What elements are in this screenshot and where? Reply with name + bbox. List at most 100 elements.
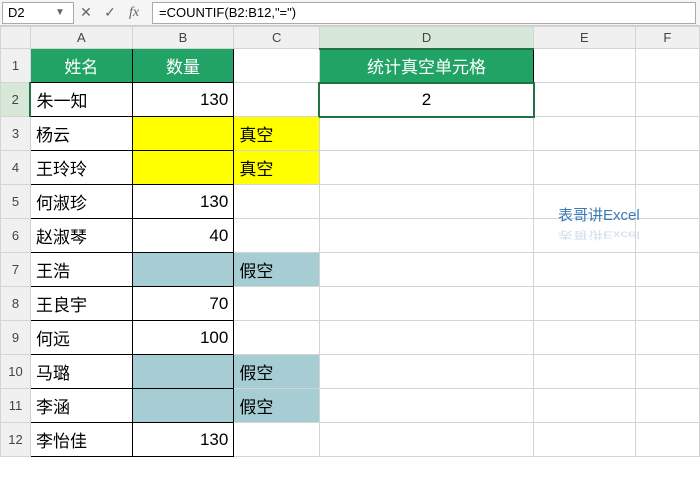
formula-cancel-icon[interactable]: ✕ — [74, 4, 98, 21]
cell-e4[interactable] — [534, 151, 636, 185]
cell-c10-annot[interactable]: 假空 — [234, 355, 320, 389]
cell-d11[interactable] — [319, 389, 533, 423]
cell-f9[interactable] — [635, 321, 699, 355]
cell-c1[interactable] — [234, 49, 320, 83]
cell-f8[interactable] — [635, 287, 699, 321]
cell-a12[interactable]: 李怡佳 — [30, 423, 132, 457]
cell-e12[interactable] — [534, 423, 636, 457]
cell-e10[interactable] — [534, 355, 636, 389]
cell-e5[interactable] — [534, 185, 636, 219]
cell-c8[interactable] — [234, 287, 320, 321]
cell-b2[interactable]: 130 — [132, 83, 234, 117]
cell-b8[interactable]: 70 — [132, 287, 234, 321]
cell-c6[interactable] — [234, 219, 320, 253]
col-header-c[interactable]: C — [234, 27, 320, 49]
fx-icon[interactable]: fx — [122, 5, 146, 21]
cell-e2[interactable] — [534, 83, 636, 117]
cell-d10[interactable] — [319, 355, 533, 389]
header-qty[interactable]: 数量 — [132, 49, 234, 83]
cell-f10[interactable] — [635, 355, 699, 389]
cell-f11[interactable] — [635, 389, 699, 423]
cell-b11[interactable] — [132, 389, 234, 423]
cell-b7[interactable] — [132, 253, 234, 287]
cell-d9[interactable] — [319, 321, 533, 355]
cell-b12[interactable]: 130 — [132, 423, 234, 457]
spreadsheet-grid: A B C D E F 1 姓名 数量 统计真空单元格 2 朱一知 130 2 — [0, 26, 700, 457]
row-7: 7 王浩 假空 — [1, 253, 700, 287]
cell-f12[interactable] — [635, 423, 699, 457]
row-header-5[interactable]: 5 — [1, 185, 31, 219]
cell-f4[interactable] — [635, 151, 699, 185]
cell-a8[interactable]: 王良宇 — [30, 287, 132, 321]
cell-d6[interactable] — [319, 219, 533, 253]
row-header-12[interactable]: 12 — [1, 423, 31, 457]
row-header-8[interactable]: 8 — [1, 287, 31, 321]
cell-d3[interactable] — [319, 117, 533, 151]
cell-d5[interactable] — [319, 185, 533, 219]
cell-f7[interactable] — [635, 253, 699, 287]
row-header-9[interactable]: 9 — [1, 321, 31, 355]
col-header-d[interactable]: D — [319, 27, 533, 49]
cell-a11[interactable]: 李涵 — [30, 389, 132, 423]
cell-c9[interactable] — [234, 321, 320, 355]
row-header-3[interactable]: 3 — [1, 117, 31, 151]
cell-f6[interactable] — [635, 219, 699, 253]
row-header-4[interactable]: 4 — [1, 151, 31, 185]
row-header-11[interactable]: 11 — [1, 389, 31, 423]
cell-e11[interactable] — [534, 389, 636, 423]
cell-e3[interactable] — [534, 117, 636, 151]
cell-e9[interactable] — [534, 321, 636, 355]
cell-e1[interactable] — [534, 49, 636, 83]
cell-d7[interactable] — [319, 253, 533, 287]
col-header-f[interactable]: F — [635, 27, 699, 49]
row-header-1[interactable]: 1 — [1, 49, 31, 83]
row-5: 5 何淑珍 130 — [1, 185, 700, 219]
cell-f5[interactable] — [635, 185, 699, 219]
cell-a9[interactable]: 何远 — [30, 321, 132, 355]
cell-c4-annot[interactable]: 真空 — [234, 151, 320, 185]
cell-d12[interactable] — [319, 423, 533, 457]
row-header-7[interactable]: 7 — [1, 253, 31, 287]
cell-e6[interactable] — [534, 219, 636, 253]
cell-b10[interactable] — [132, 355, 234, 389]
name-box-dropdown-icon[interactable]: ▼ — [52, 7, 68, 18]
cell-c5[interactable] — [234, 185, 320, 219]
cell-e8[interactable] — [534, 287, 636, 321]
cell-c7-annot[interactable]: 假空 — [234, 253, 320, 287]
cell-f1[interactable] — [635, 49, 699, 83]
header-name[interactable]: 姓名 — [30, 49, 132, 83]
cell-a7[interactable]: 王浩 — [30, 253, 132, 287]
cell-b5[interactable]: 130 — [132, 185, 234, 219]
select-all-corner[interactable] — [1, 27, 31, 49]
col-header-b[interactable]: B — [132, 27, 234, 49]
formula-confirm-icon[interactable]: ✓ — [98, 4, 122, 21]
cell-c12[interactable] — [234, 423, 320, 457]
row-header-2[interactable]: 2 — [1, 83, 31, 117]
cell-b9[interactable]: 100 — [132, 321, 234, 355]
row-header-6[interactable]: 6 — [1, 219, 31, 253]
cell-a5[interactable]: 何淑珍 — [30, 185, 132, 219]
col-header-a[interactable]: A — [30, 27, 132, 49]
cell-c11-annot[interactable]: 假空 — [234, 389, 320, 423]
cell-c3-annot[interactable]: 真空 — [234, 117, 320, 151]
cell-d4[interactable] — [319, 151, 533, 185]
cell-f2[interactable] — [635, 83, 699, 117]
cell-a4[interactable]: 王玲玲 — [30, 151, 132, 185]
cell-b4[interactable] — [132, 151, 234, 185]
cell-a3[interactable]: 杨云 — [30, 117, 132, 151]
cell-f3[interactable] — [635, 117, 699, 151]
cell-c2[interactable] — [234, 83, 320, 117]
cell-b3[interactable] — [132, 117, 234, 151]
cell-a2[interactable]: 朱一知 — [30, 83, 132, 117]
formula-input[interactable]: =COUNTIF(B2:B12,"=") — [152, 2, 696, 24]
cell-e7[interactable] — [534, 253, 636, 287]
name-box[interactable]: D2 ▼ — [2, 2, 74, 24]
row-header-10[interactable]: 10 — [1, 355, 31, 389]
cell-d2-result[interactable]: 2 — [319, 83, 533, 117]
cell-b6[interactable]: 40 — [132, 219, 234, 253]
header-stat[interactable]: 统计真空单元格 — [319, 49, 533, 83]
cell-d8[interactable] — [319, 287, 533, 321]
cell-a10[interactable]: 马璐 — [30, 355, 132, 389]
cell-a6[interactable]: 赵淑琴 — [30, 219, 132, 253]
col-header-e[interactable]: E — [534, 27, 636, 49]
